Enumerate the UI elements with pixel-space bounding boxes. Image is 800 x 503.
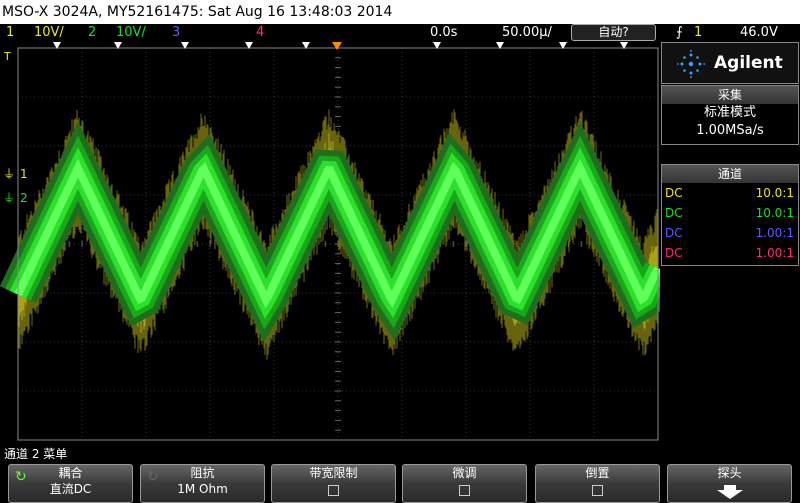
- trigger-level-marker[interactable]: T: [3, 50, 11, 63]
- sample-rate: 1.00MSa/s: [696, 123, 764, 138]
- rotate-knob-icon: ↻: [147, 469, 159, 485]
- waveform-display: T ⏚ 1 ⏚ 2: [0, 42, 660, 446]
- acquire-header: 采集: [662, 86, 798, 104]
- checkbox[interactable]: [592, 485, 603, 496]
- brand-box: Agilent: [661, 42, 799, 84]
- trigger-slope-icon: ⨍: [676, 25, 683, 40]
- channel-probe: 1.00:1: [755, 246, 794, 260]
- channel-probe: 10.0:1: [755, 186, 794, 200]
- brand-name: Agilent: [714, 53, 783, 73]
- softkey-bar: ↻ 耦合 直流DC ↻ 阻抗 1M Ohm 带宽限制 微调 倒置 探头: [0, 462, 800, 503]
- bw-limit-softkey[interactable]: 带宽限制: [271, 464, 396, 503]
- softkey-title: 耦合: [58, 466, 83, 480]
- channel-coupling: DC: [665, 246, 683, 260]
- ch2-marker-label: 2: [20, 191, 28, 205]
- submenu-arrow-icon: [716, 485, 743, 499]
- ch3-number[interactable]: 3: [172, 24, 180, 42]
- softkey-title: 带宽限制: [309, 466, 358, 480]
- channel-coupling: DC: [665, 226, 683, 240]
- channel-probe: 10.0:1: [755, 206, 794, 220]
- checkbox[interactable]: [328, 485, 339, 496]
- auto-button[interactable]: 自动?: [571, 24, 656, 41]
- acquire-mode: 标准模式: [703, 105, 756, 120]
- channels-header: 通道: [662, 165, 798, 183]
- coupling-softkey[interactable]: ↻ 耦合 直流DC: [8, 464, 133, 503]
- window-title: MSO-X 3024A, MY52161475: Sat Aug 16 13:4…: [0, 0, 800, 24]
- softkey-title: 微调: [452, 466, 477, 480]
- ch2-number[interactable]: 2: [88, 24, 96, 42]
- softkey-title: 阻抗: [190, 466, 215, 480]
- invert-softkey[interactable]: 倒置: [535, 464, 660, 503]
- softkey-title: 倒置: [585, 466, 610, 480]
- rotate-knob-icon: ↻: [15, 469, 27, 485]
- probe-softkey[interactable]: 探头: [667, 464, 792, 503]
- status-bar: 1 10V/ 2 10V/ 3 4 0.0s 50.00µ/ ⨍ 1 46.0V: [0, 24, 800, 42]
- softkey-title: 探头: [717, 466, 742, 480]
- checkbox[interactable]: [459, 485, 470, 496]
- impedance-softkey[interactable]: ↻ 阻抗 1M Ohm: [140, 464, 265, 503]
- menu-title: 通道 2 菜单: [4, 447, 68, 461]
- ch1-number[interactable]: 1: [6, 24, 14, 42]
- channel-row-4: DC 1.00:1: [662, 243, 798, 263]
- ch2-scale[interactable]: 10V/: [116, 24, 146, 42]
- trigger-level[interactable]: 46.0V: [740, 24, 778, 42]
- channel-row-1: DC 10.0:1: [662, 183, 798, 203]
- channel-coupling: DC: [665, 206, 683, 220]
- time-scale[interactable]: 50.00µ/: [502, 24, 552, 42]
- channel-coupling: DC: [665, 186, 683, 200]
- agilent-spark-icon: [676, 49, 706, 79]
- channel-probe: 1.00:1: [755, 226, 794, 240]
- channels-box[interactable]: 通道 DC 10.0:1 DC 10.0:1 DC 1.00:1 DC 1.00…: [661, 164, 799, 266]
- fine-softkey[interactable]: 微调: [402, 464, 527, 503]
- channel-row-3: DC 1.00:1: [662, 223, 798, 243]
- time-delay[interactable]: 0.0s: [430, 24, 457, 42]
- side-panel: Agilent 采集 标准模式 1.00MSa/s 通道 DC 10.0:1 D…: [661, 42, 800, 446]
- acquire-box[interactable]: 采集 标准模式 1.00MSa/s: [661, 85, 799, 145]
- ch1-scale[interactable]: 10V/: [34, 24, 64, 42]
- channel-row-2: DC 10.0:1: [662, 203, 798, 223]
- ch2-ground-marker[interactable]: ⏚: [3, 191, 15, 205]
- softkey-value: 直流DC: [49, 482, 92, 496]
- softkey-value: 1M Ohm: [177, 482, 228, 496]
- trigger-channel[interactable]: 1: [694, 24, 702, 42]
- ch4-number[interactable]: 4: [256, 24, 264, 42]
- ch1-marker-label: 1: [20, 167, 28, 181]
- ch1-ground-marker[interactable]: ⏚: [3, 167, 15, 181]
